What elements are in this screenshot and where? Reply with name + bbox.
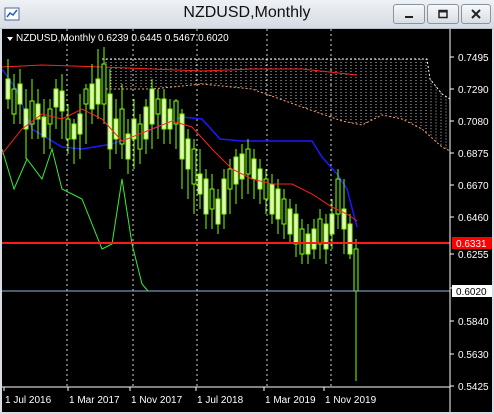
title-bar[interactable]: NZDUSD,Monthly — [0, 0, 494, 29]
candlestick — [251, 149, 257, 199]
price-tick-label: 0.6670 — [458, 181, 489, 192]
candlestick — [95, 49, 101, 119]
candlestick — [311, 219, 317, 259]
candlestick — [23, 89, 29, 159]
candlestick — [143, 99, 149, 154]
candlestick — [353, 239, 359, 381]
candlestick — [233, 149, 239, 204]
candlestick — [59, 74, 65, 139]
candlestick — [275, 179, 281, 234]
candlestick — [83, 84, 89, 144]
price-tick-label: 0.5425 — [458, 382, 489, 393]
chart-window: NZDUSD,Monthly 0.7495 0.7290 0.7080 0.68… — [0, 0, 494, 414]
candlestick — [137, 114, 143, 164]
close-icon — [471, 9, 481, 19]
chikou-span-line — [2, 147, 149, 292]
candlestick — [125, 119, 131, 174]
time-tick-label: 1 Nov 2019 — [325, 395, 377, 406]
candlestick — [209, 174, 215, 229]
candlestick — [65, 104, 71, 154]
ohlc-values: 0.6239 0.6445 0.5467 0.6020 — [98, 33, 229, 44]
price-axis[interactable]: 0.7495 0.7290 0.7080 0.6875 0.6670 0.6460 0.62… — [450, 53, 489, 393]
candlestick — [11, 74, 17, 124]
time-tick-label: 1 Nov 2017 — [131, 395, 183, 406]
price-tick-label: 0.5630 — [458, 350, 489, 361]
candlestick — [41, 99, 47, 154]
restore-button[interactable] — [427, 4, 459, 24]
candlestick — [53, 79, 59, 129]
current-price-label: 0.6020 — [456, 287, 487, 298]
price-chart[interactable]: 0.7495 0.7290 0.7080 0.6875 0.6670 0.6460 0.62… — [2, 29, 492, 412]
price-tick-label: 0.6255 — [458, 250, 489, 261]
time-axis[interactable]: 1 Jul 2016 1 Mar 2017 1 Nov 2017 1 Jul 2018… — [3, 387, 377, 406]
minimize-icon — [405, 16, 413, 18]
candlestick — [203, 169, 209, 229]
candlestick — [287, 199, 293, 244]
time-tick-label: 1 Mar 2019 — [265, 395, 316, 406]
candlestick — [113, 99, 119, 154]
candlestick — [179, 109, 185, 189]
price-tick-label: 0.7290 — [458, 85, 489, 96]
candlestick — [317, 209, 323, 259]
candlestick — [173, 99, 179, 149]
symbol-label: NZDUSD,Monthly — [16, 33, 95, 44]
price-tick-label: 0.7495 — [458, 53, 489, 64]
time-tick-label: 1 Jul 2018 — [197, 395, 244, 406]
price-tick-label: 0.7080 — [458, 117, 489, 128]
candlestick — [299, 219, 305, 264]
candlestick — [323, 214, 329, 264]
candlestick — [293, 204, 299, 257]
red-level-label: 0.6331 — [456, 239, 487, 250]
candlestick — [281, 189, 287, 239]
candlestick — [215, 189, 221, 234]
candlestick — [17, 69, 23, 124]
restore-icon — [438, 9, 448, 19]
candlestick — [71, 119, 77, 164]
candlestick — [221, 169, 227, 229]
time-tick-label: 1 Jul 2016 — [5, 395, 52, 406]
candlestick — [197, 149, 203, 209]
chart-menu-triangle-icon[interactable] — [7, 37, 13, 41]
price-tick-label: 0.6460 — [458, 213, 489, 224]
candlestick — [191, 139, 197, 214]
candlestick — [155, 89, 161, 139]
candlestick — [161, 89, 167, 144]
price-tick-label: 0.5840 — [458, 317, 489, 328]
candlestick — [347, 214, 353, 259]
chart-canvas[interactable]: 0.7495 0.7290 0.7080 0.6875 0.6670 0.6460 0.62… — [2, 29, 492, 412]
time-tick-label: 1 Mar 2017 — [69, 395, 120, 406]
minimize-button[interactable] — [393, 4, 425, 24]
price-tick-label: 0.6875 — [458, 149, 489, 160]
candlesticks — [5, 47, 359, 381]
tenkan-sen-line — [2, 64, 358, 76]
candlestick — [119, 84, 125, 159]
candlestick — [269, 174, 275, 224]
candlestick — [185, 129, 191, 199]
candlestick — [245, 139, 251, 194]
close-button[interactable] — [461, 4, 491, 24]
candlestick — [149, 79, 155, 149]
candlestick — [239, 144, 245, 199]
